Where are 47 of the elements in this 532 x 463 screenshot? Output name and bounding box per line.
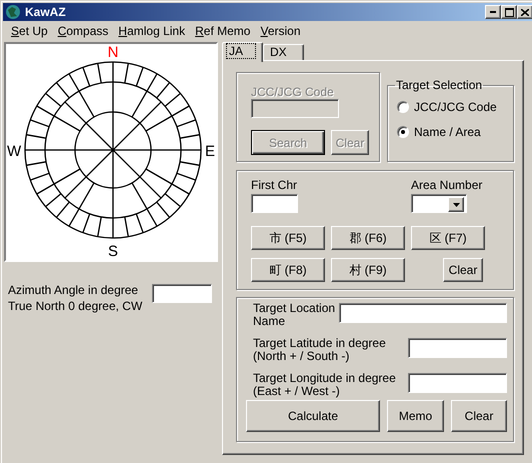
minimize-icon <box>490 11 496 13</box>
input-field[interactable] <box>339 303 507 323</box>
menu-item[interactable]: Ref Memo <box>190 24 256 38</box>
menu-item[interactable]: Hamlog Link <box>113 24 190 38</box>
maximize-button[interactable] <box>501 5 517 19</box>
memo-button[interactable]: Memo <box>387 400 444 432</box>
area-number-label: Area Number <box>411 178 484 194</box>
close-icon <box>521 8 529 16</box>
input-field[interactable] <box>408 373 507 393</box>
direction-label: W <box>7 143 22 160</box>
radio-button[interactable] <box>397 126 409 138</box>
group-title: Target Selection <box>395 78 484 92</box>
direction-label: S <box>108 243 118 260</box>
window-title: KawAZ <box>25 5 67 19</box>
area-type-button[interactable]: 村 (F9) <box>331 258 405 282</box>
area-type-button[interactable]: 区 (F7) <box>411 226 485 250</box>
field-label: Target Longitude in degree (East + / West -) <box>253 372 396 398</box>
menu-item[interactable]: Compass <box>52 24 114 38</box>
tab[interactable]: JA <box>222 42 263 62</box>
app-icon <box>5 4 21 20</box>
first-chr-field[interactable] <box>251 194 298 213</box>
menu-item[interactable]: Set Up <box>6 24 53 38</box>
radio-label: Name / Area <box>414 125 481 139</box>
area-type-button[interactable]: 町 (F8) <box>251 258 325 282</box>
direction-label: E <box>204 143 215 160</box>
menu-item[interactable]: Version <box>255 24 306 38</box>
area-type-button[interactable]: 市 (F5) <box>251 226 325 250</box>
calculate-button[interactable]: Calculate <box>246 400 380 432</box>
azimuth-field[interactable] <box>152 284 212 303</box>
maximize-icon <box>504 8 514 16</box>
close-button[interactable] <box>517 5 532 19</box>
jcc-code-label: JCC/JCG Code <box>251 85 335 99</box>
clear-button[interactable]: Clear <box>451 400 507 432</box>
minimize-button[interactable] <box>485 5 501 19</box>
direction-label: N <box>108 44 118 61</box>
dropdown-arrow-icon <box>452 202 460 206</box>
first-chr-label: First Chr <box>251 178 298 194</box>
radio-label: JCC/JCG Code <box>414 100 497 114</box>
tab[interactable]: DX <box>263 44 304 60</box>
azimuth-label: Azimuth Angle in degree True North 0 degree, CW <box>7 282 142 314</box>
field-label: Target Latitude in degree (North + / South -) <box>253 337 386 363</box>
clear-button[interactable]: Clear <box>443 258 483 282</box>
input-field[interactable] <box>408 338 507 358</box>
radio-button[interactable] <box>397 101 409 113</box>
area-number-dropdown[interactable] <box>411 194 467 213</box>
field-label: Target Location Name <box>253 302 336 328</box>
area-type-button[interactable]: 郡 (F6) <box>331 226 405 250</box>
